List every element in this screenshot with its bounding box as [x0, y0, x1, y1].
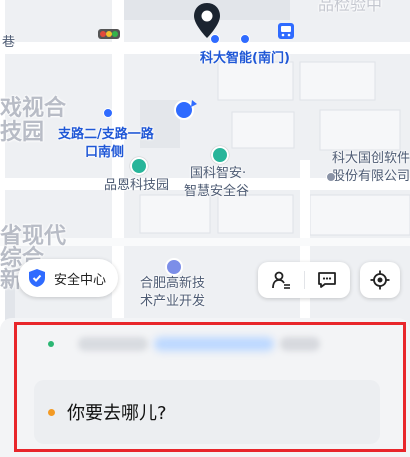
keda-guochuang-label-2[interactable]: 股份有限公司 [332, 169, 410, 185]
traffic-light-icon [98, 29, 120, 39]
building-poi-icon[interactable] [130, 157, 148, 175]
hefei-label-1[interactable]: 合肥高新技 [140, 276, 205, 292]
map-poi-dot [240, 34, 250, 44]
message-icon [318, 272, 336, 288]
bus-stop-icon [278, 23, 294, 39]
keda-guochuang-label-1[interactable]: 科大国创软件 [332, 151, 410, 167]
person-route-icon [272, 271, 290, 289]
current-location-icon [174, 100, 197, 120]
guoke-label-1[interactable]: 国科智安· [190, 166, 246, 182]
map-label-left-3: 技园 [0, 120, 45, 145]
hefei-label-2[interactable]: 术产业开发 [140, 294, 205, 310]
map-label-left-2: 戏视合 [0, 96, 67, 121]
highlight-box [14, 322, 406, 452]
map-control-group [258, 262, 350, 298]
map-poi-dot [326, 172, 336, 182]
safety-center-button[interactable]: 安全中心 [18, 259, 118, 297]
guoke-label-2[interactable]: 智慧安全谷 [184, 184, 249, 200]
map-poi-dot [210, 34, 220, 44]
locate-icon [370, 270, 390, 290]
branch-road-label-2[interactable]: 口南侧 [85, 145, 124, 161]
shield-icon [29, 269, 45, 287]
park-poi-icon[interactable] [165, 258, 183, 276]
route-button[interactable] [258, 262, 304, 298]
map-label-top-right: 品检验中 [318, 0, 383, 14]
branch-road-label-1[interactable]: 支路二/支路一路 [58, 127, 154, 143]
map-label-left-1: 巷 [2, 35, 16, 50]
bus-stop-dot [103, 108, 113, 118]
building-poi-icon[interactable] [211, 146, 229, 164]
message-button[interactable] [304, 262, 350, 298]
pinen-park-label[interactable]: 品恩科技园 [104, 178, 169, 194]
locate-button[interactable] [360, 262, 400, 298]
safety-center-label: 安全中心 [54, 272, 107, 288]
destination-map-label[interactable]: 科大智能(南门) [200, 51, 290, 67]
